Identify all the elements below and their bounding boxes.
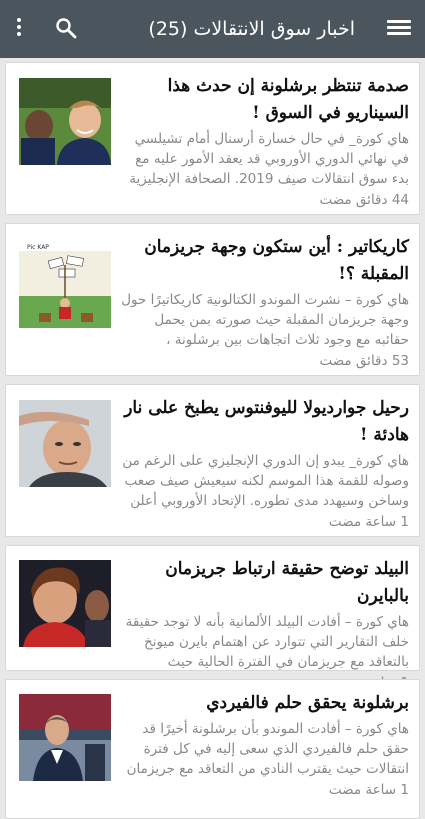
article-snippet: هاي كورة – نشرت الموندو الكتالونية كاريك… — [121, 292, 409, 348]
news-card[interactable]: البيلد توضح حقيقة ارتباط جريزمان بالباير… — [5, 545, 420, 691]
app-bar: اخبار سوق الانتقالات (25) — [0, 0, 425, 58]
news-card[interactable]: صدمة تنتظر برشلونة إن حدث هذا السيناريو … — [5, 62, 420, 215]
svg-text:Pic KAP: Pic KAP — [27, 244, 49, 251]
article-snippet: هاي كورة – أفادت الموندو بأن برشلونة أخي… — [126, 721, 409, 777]
article-timestamp: 1 ساعة مضت — [328, 782, 409, 798]
article-thumbnail — [19, 400, 111, 487]
more-vert-icon[interactable] — [14, 16, 24, 42]
article-headline[interactable]: كاريكاتير : أين ستكون وجهة جريزمان المقب… — [118, 234, 409, 288]
search-icon[interactable] — [54, 16, 78, 40]
article-headline[interactable]: البيلد توضح حقيقة ارتباط جريزمان بالباير… — [118, 556, 409, 610]
article-snippet: هاي كورة_ يبدو إن الدوري الإنجليزي على ا… — [122, 453, 409, 509]
hamburger-menu-icon[interactable] — [387, 17, 411, 41]
news-card[interactable]: Pic KAP كاريكاتير : أين ستكون وجهة جريزم… — [5, 223, 420, 376]
article-thumbnail — [19, 694, 111, 781]
article-thumbnail: Pic KAP — [19, 241, 111, 328]
article-timestamp: 1 ساعة مضت — [328, 514, 409, 530]
news-card[interactable]: برشلونة يحقق حلم فالفيردي هاي كورة – أفا… — [5, 679, 420, 819]
news-card[interactable]: رحيل جوارديولا لليوفنتوس يطبخ على نار ها… — [5, 384, 420, 537]
page-title: اخبار سوق الانتقالات (25) — [148, 18, 355, 40]
article-headline[interactable]: صدمة تنتظر برشلونة إن حدث هذا السيناريو … — [118, 73, 409, 127]
article-timestamp: 53 دقائق مضت — [319, 353, 409, 369]
article-snippet: هاي كورة – أفادت البيلد الألمانية بأنه ل… — [125, 614, 409, 670]
article-thumbnail — [19, 560, 111, 647]
article-headline[interactable]: رحيل جوارديولا لليوفنتوس يطبخ على نار ها… — [118, 395, 409, 449]
article-timestamp: 44 دقائق مضت — [319, 192, 409, 208]
article-thumbnail — [19, 78, 111, 165]
article-snippet: هاي كورة_ في حال خسارة أرسنال أمام تشيلس… — [129, 131, 409, 187]
article-headline[interactable]: برشلونة يحقق حلم فالفيردي — [118, 690, 409, 717]
